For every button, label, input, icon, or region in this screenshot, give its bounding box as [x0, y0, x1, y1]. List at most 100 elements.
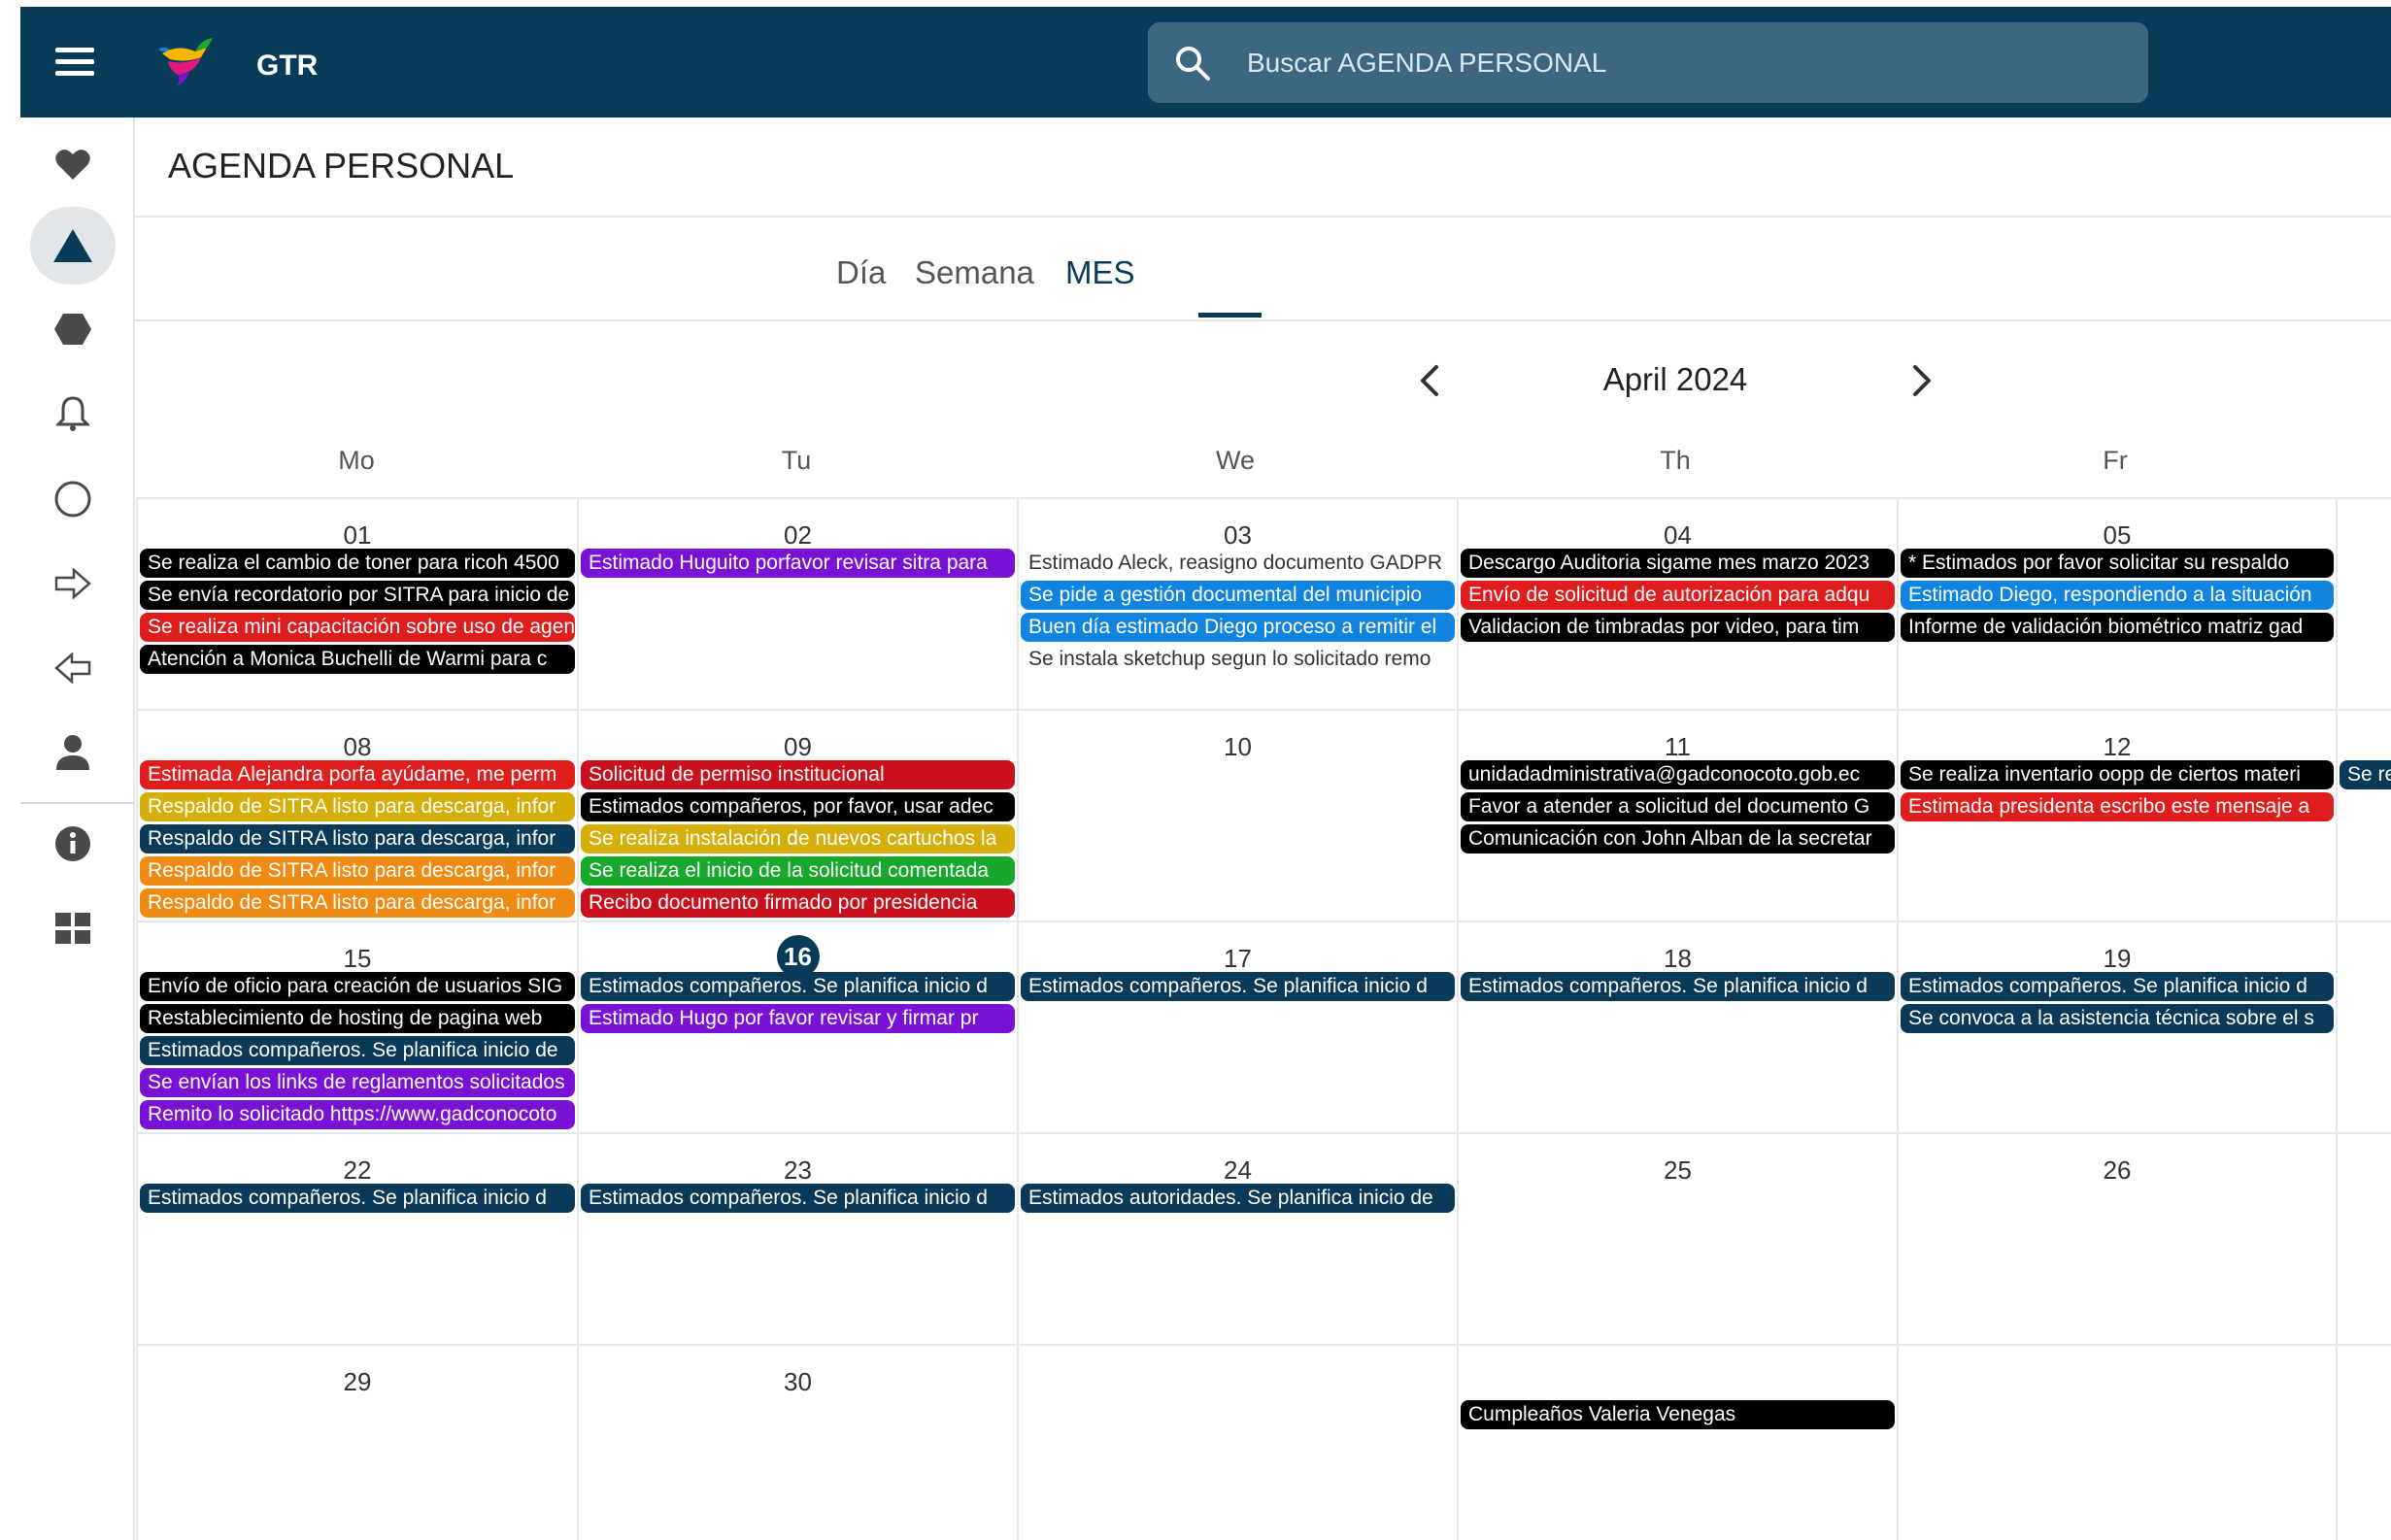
calendar-event[interactable]: Estimado Aleck, reasigno documento GADPR [1021, 549, 1455, 578]
grid-icon[interactable] [30, 889, 116, 967]
view-tabs: Día Semana MES [135, 245, 2391, 322]
day-cell[interactable]: 02 Estimado Huguito porfavor revisar sitr… [578, 499, 1018, 709]
calendar-event[interactable]: Estimados compañeros, por favor, usar ad… [581, 792, 1015, 821]
calendar-event[interactable]: Envío de oficio para creación de usuario… [140, 972, 575, 1001]
day-cell[interactable]: 25 [1458, 1134, 1898, 1344]
calendar-event[interactable]: unidadadministrativa@gadconocoto.gob.ec [1461, 760, 1895, 789]
calendar-event[interactable]: Respaldo de SITRA listo para descarga, i… [140, 792, 575, 821]
favorites-heart-icon[interactable] [30, 125, 116, 203]
calendar-event[interactable]: Respaldo de SITRA listo para descarga, i… [140, 856, 575, 886]
calendar-event[interactable]: Solicitud de permiso institucional [581, 760, 1015, 789]
person-icon[interactable] [30, 714, 116, 791]
day-cell[interactable]: 19 Estimados compañeros. Se planifica ini… [1898, 922, 2337, 1132]
calendar-event[interactable]: Informe de validación biométrico matriz … [1901, 613, 2334, 642]
calendar-event[interactable]: Se re [2340, 760, 2391, 789]
calendar-event[interactable]: Se instala sketchup segun lo solicitado … [1021, 645, 1455, 674]
calendar-event[interactable]: Comunicación con John Alban de la secret… [1461, 824, 1895, 854]
title-divider [135, 216, 2391, 218]
info-icon[interactable] [30, 805, 116, 883]
bell-icon[interactable] [30, 375, 116, 452]
search-box[interactable] [1148, 22, 2148, 103]
calendar-event[interactable]: Estimados compañeros. Se planifica inici… [581, 972, 1015, 1001]
day-cell[interactable]: 30 [578, 1346, 1018, 1538]
calendar-event[interactable]: Envío de solicitud de autorización para … [1461, 581, 1895, 610]
calendar-event[interactable]: Estimados compañeros. Se planifica inici… [581, 1184, 1015, 1213]
calendar-event[interactable]: Se realiza el cambio de toner para ricoh… [140, 549, 575, 578]
sidebar-divider [20, 802, 135, 804]
gtr-logo [158, 38, 213, 86]
triangle-icon[interactable] [30, 207, 116, 285]
day-cell[interactable]: 10 [1018, 711, 1458, 921]
calendar-event[interactable]: Estimado Huguito porfavor revisar sitra … [581, 549, 1015, 578]
day-cell[interactable] [1018, 1346, 1458, 1538]
arrow-left-icon[interactable] [30, 629, 116, 707]
calendar-event[interactable]: Se envía recordatorio por SITRA para ini… [140, 581, 575, 610]
tab-mes[interactable]: MES [1065, 254, 1135, 291]
calendar-event[interactable]: Se convoca a la asistencia técnica sobre… [1901, 1004, 2334, 1033]
day-cell[interactable]: 12 Se realiza inventario oopp de ciertos … [1898, 711, 2337, 921]
calendar-event[interactable]: Atención a Monica Buchelli de Warmi para… [140, 645, 575, 674]
calendar-event[interactable]: Estimados compañeros. Se planifica inici… [1021, 972, 1455, 1001]
day-cell[interactable]: Cumpleaños Valeria Venegas [1458, 1346, 1898, 1538]
calendar-event[interactable]: Recibo documento firmado por presidencia [581, 888, 1015, 918]
calendar-event[interactable]: Remito lo solicitado https://www.gadcono… [140, 1100, 575, 1129]
calendar-event[interactable]: Descargo Auditoria sigame mes marzo 2023 [1461, 549, 1895, 578]
top-app-bar: GTR [20, 7, 2391, 117]
calendar-event[interactable]: Favor a atender a solicitud del document… [1461, 792, 1895, 821]
sidebar [20, 117, 135, 1540]
calendar-event[interactable]: Estimado Hugo por favor revisar y firmar… [581, 1004, 1015, 1033]
next-month-chevron-icon[interactable] [1902, 361, 1940, 400]
calendar-event[interactable]: Respaldo de SITRA listo para descarga, i… [140, 824, 575, 854]
calendar-event[interactable]: Estimado Diego, respondiendo a la situac… [1901, 581, 2334, 610]
day-cell[interactable]: 04 Descargo Auditoria sigame mes marzo 20… [1458, 499, 1898, 709]
day-cell[interactable]: 22 Estimados compañeros. Se planifica ini… [137, 1134, 578, 1344]
calendar-event[interactable]: Estimados compañeros. Se planifica inici… [140, 1036, 575, 1065]
weekday-friday: Fr [2103, 446, 2128, 475]
day-cell[interactable]: 05 * Estimados por favor solicitar su res… [1898, 499, 2337, 709]
calendar-event[interactable]: Buen día estimado Diego proceso a remiti… [1021, 613, 1455, 642]
hexagon-icon[interactable] [30, 290, 116, 368]
calendar-event[interactable]: Cumpleaños Valeria Venegas [1461, 1400, 1895, 1429]
calendar-event[interactable]: Estimados compañeros. Se planifica inici… [1901, 972, 2334, 1001]
day-cell[interactable] [1898, 1346, 2337, 1538]
calendar-event[interactable]: Estimados compañeros. Se planifica inici… [140, 1184, 575, 1213]
search-input[interactable] [1245, 40, 2104, 86]
calendar-event[interactable]: Se envían los links de reglamentos solic… [140, 1068, 575, 1097]
day-cell[interactable]: 16 Estimados compañeros. Se planifica ini… [578, 922, 1018, 1132]
day-cell[interactable]: 08 Estimada Alejandra porfa ayúdame, me p… [137, 711, 578, 921]
day-number: 25 [1664, 1155, 1692, 1185]
day-cell[interactable]: 17 Estimados compañeros. Se planifica ini… [1018, 922, 1458, 1132]
day-cell[interactable]: 09 Solicitud de permiso institucional Esti… [578, 711, 1018, 921]
day-cell[interactable]: 18 Estimados compañeros. Se planifica ini… [1458, 922, 1898, 1132]
day-cell[interactable]: 11 unidadadministrativa@gadconocoto.gob.e… [1458, 711, 1898, 921]
day-cell[interactable]: 24 Estimados autoridades. Se planifica in… [1018, 1134, 1458, 1344]
calendar-event[interactable]: Se pide a gestión documental del municip… [1021, 581, 1455, 610]
calendar-event[interactable]: Estimados compañeros. Se planifica inici… [1461, 972, 1895, 1001]
day-cell[interactable]: 01 Se realiza el cambio de toner para ric… [137, 499, 578, 709]
tab-semana[interactable]: Semana [915, 254, 1034, 291]
circle-icon[interactable] [30, 460, 116, 538]
calendar-event[interactable]: Se realiza mini capacitación sobre uso d… [140, 613, 575, 642]
arrow-right-icon[interactable] [30, 545, 116, 622]
previous-month-chevron-icon[interactable] [1411, 361, 1450, 400]
day-number: 05 [2103, 520, 2132, 550]
calendar-event[interactable]: Validacion de timbradas por video, para … [1461, 613, 1895, 642]
day-cell[interactable]: 29 [137, 1346, 578, 1538]
day-cell-saturday-partial[interactable]: Se re [2337, 711, 2391, 921]
day-cell[interactable]: 23 Estimados compañeros. Se planifica ini… [578, 1134, 1018, 1344]
menu-icon[interactable] [55, 48, 94, 77]
day-cell[interactable]: 15 Envío de oficio para creación de usuar… [137, 922, 578, 1132]
calendar-event[interactable]: Se realiza el inicio de la solicitud com… [581, 856, 1015, 886]
day-cell[interactable]: 26 [1898, 1134, 2337, 1344]
calendar-event[interactable]: Se realiza inventario oopp de ciertos ma… [1901, 760, 2334, 789]
sidebar-border [133, 117, 135, 1540]
calendar-event[interactable]: Estimada presidenta escribo este mensaje… [1901, 792, 2334, 821]
calendar-event[interactable]: Estimada Alejandra porfa ayúdame, me per… [140, 760, 575, 789]
tab-dia[interactable]: Día [836, 254, 886, 291]
calendar-event[interactable]: Estimados autoridades. Se planifica inic… [1021, 1184, 1455, 1213]
calendar-event[interactable]: Respaldo de SITRA listo para descarga, i… [140, 888, 575, 918]
calendar-event[interactable]: * Estimados por favor solicitar su respa… [1901, 549, 2334, 578]
calendar-event[interactable]: Se realiza instalación de nuevos cartuch… [581, 824, 1015, 854]
calendar-event[interactable]: Restablecimiento de hosting de pagina we… [140, 1004, 575, 1033]
day-cell[interactable]: 03 Estimado Aleck, reasigno documento GAD… [1018, 499, 1458, 709]
